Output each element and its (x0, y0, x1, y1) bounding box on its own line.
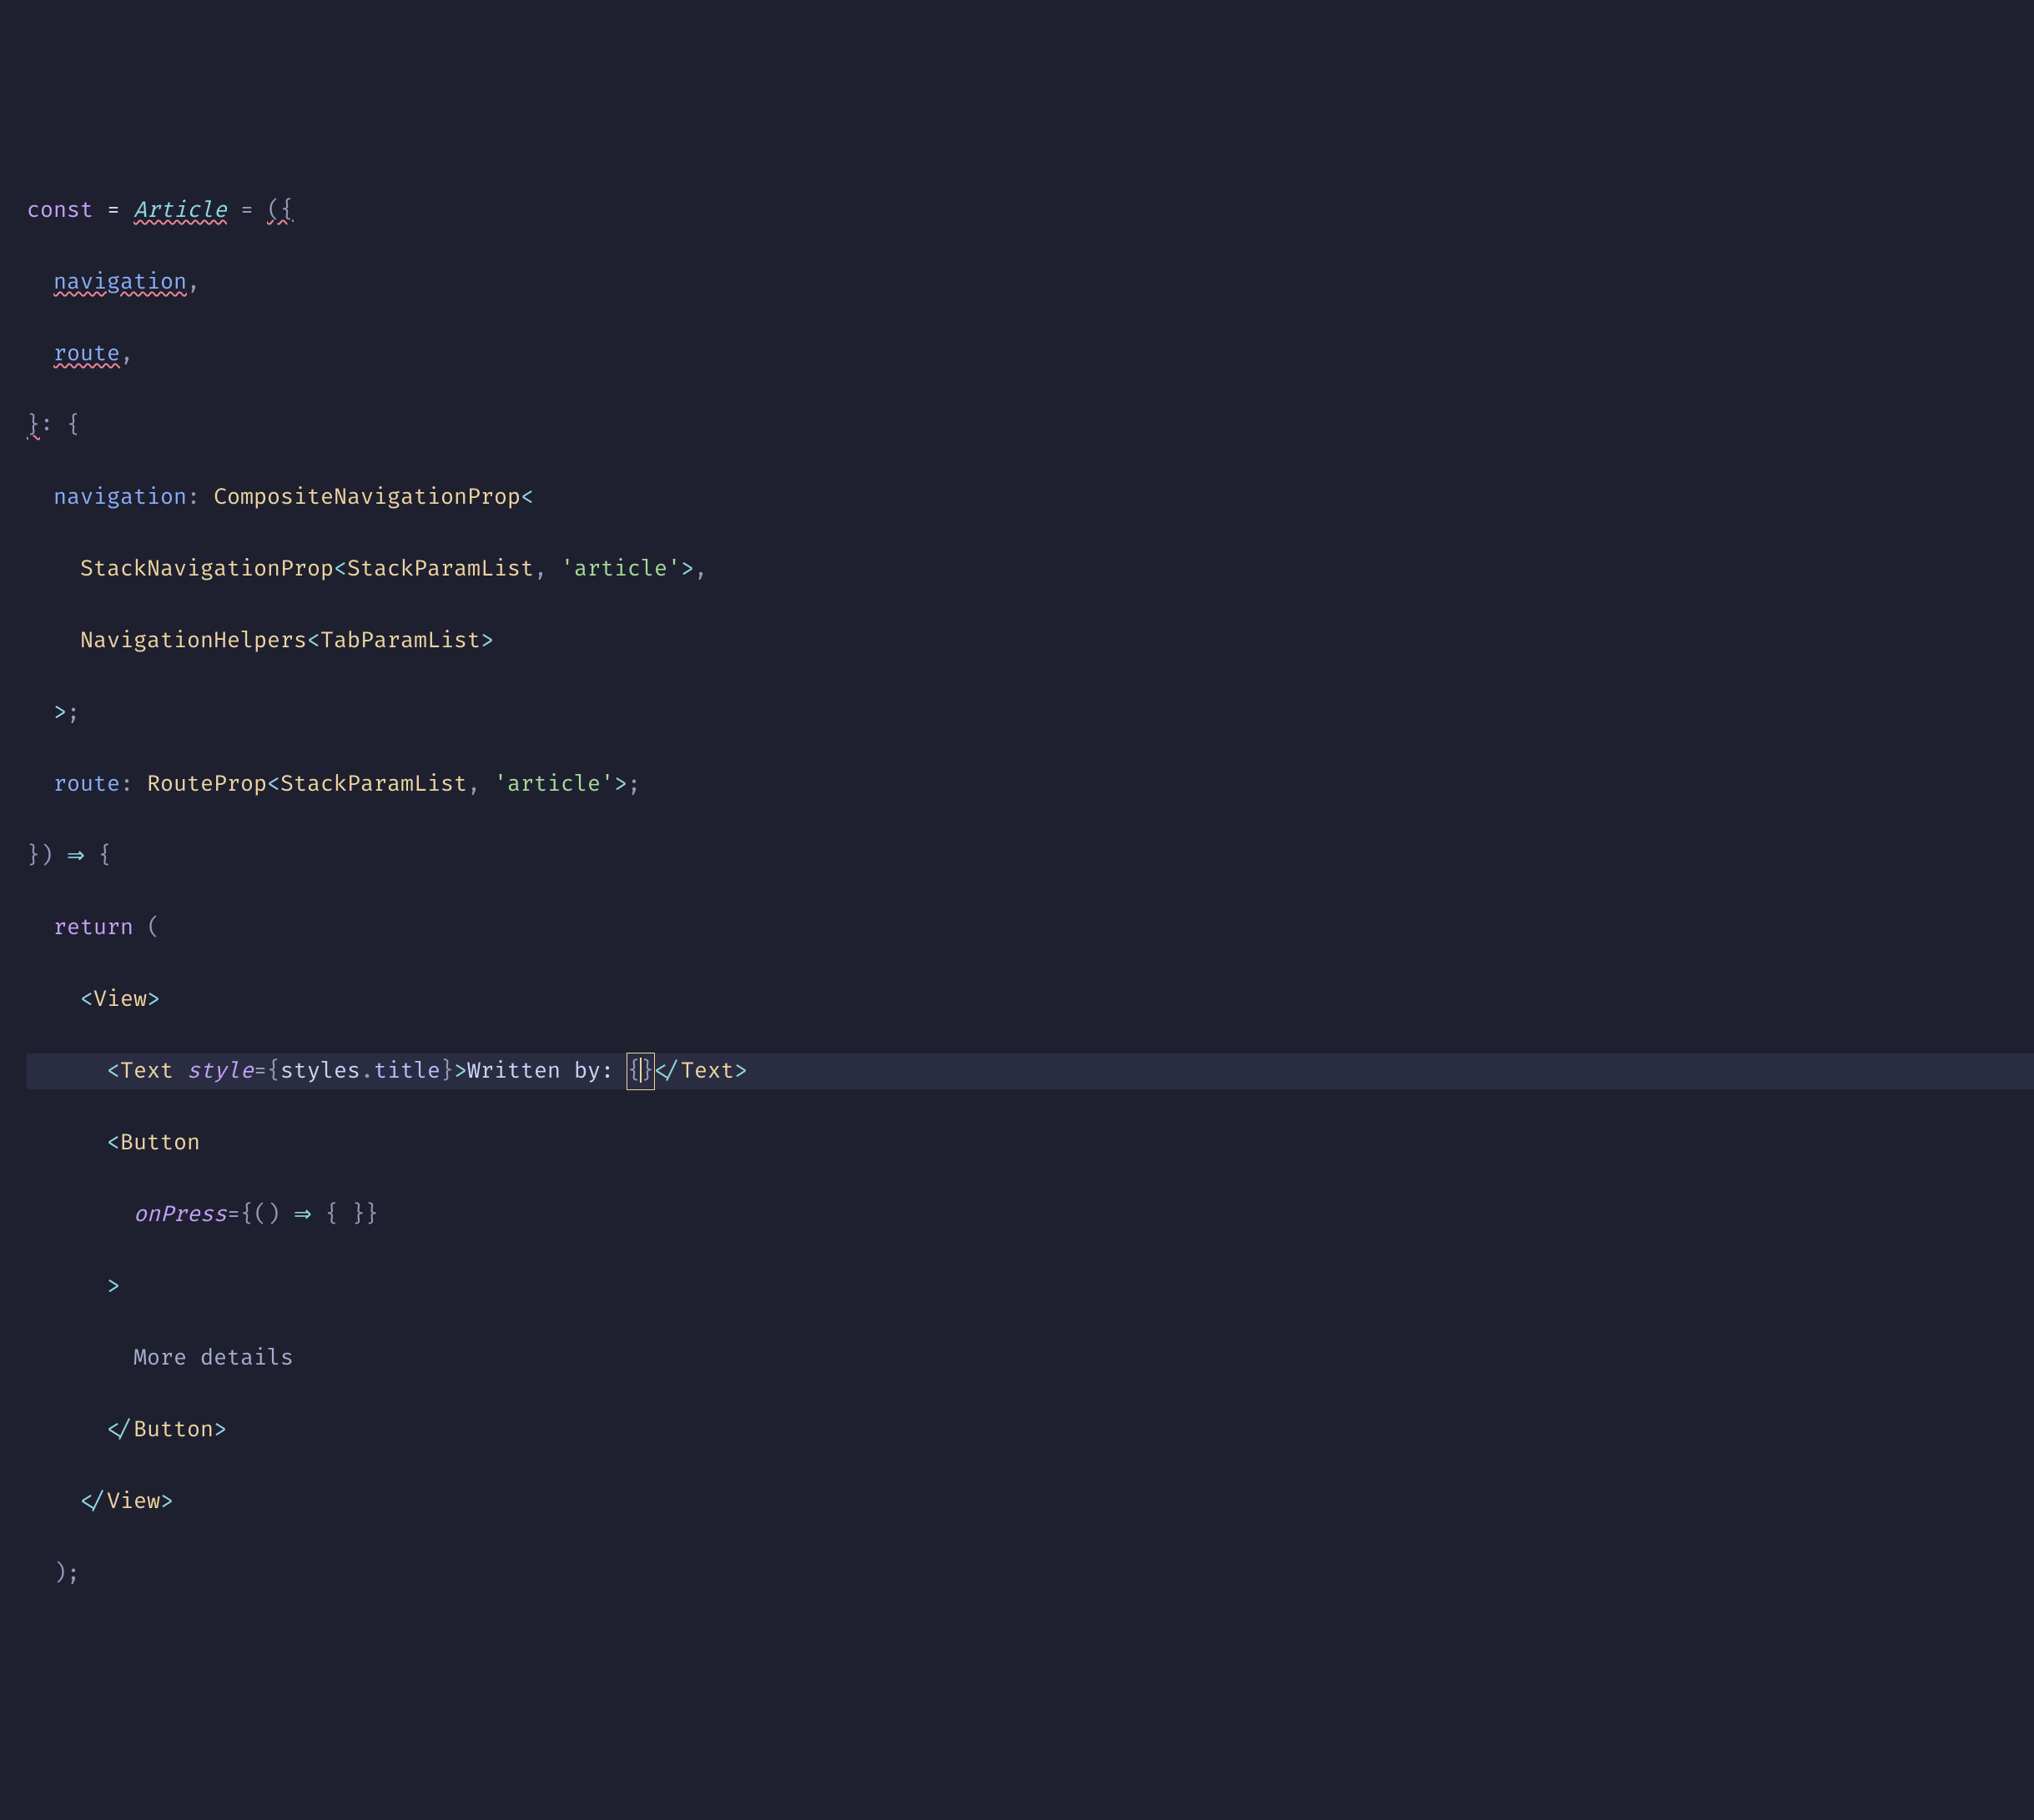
code-line: navigation: CompositeNavigationProp< (27, 480, 2034, 515)
type-nav-helpers: NavigationHelpers (80, 627, 307, 654)
code-line: <View> (27, 982, 2034, 1018)
type-composite-nav-prop: CompositeNavigationProp (214, 484, 521, 510)
code-line: return ( (27, 910, 2034, 946)
code-line: </Button> (27, 1412, 2034, 1448)
code-line: </View> (27, 1484, 2034, 1520)
jsx-attr-style: style (187, 1058, 254, 1084)
code-line-active: <Text style={styles.title}>Written by: {… (27, 1053, 2034, 1089)
code-line: route: RouteProp<StackParamList, 'articl… (27, 767, 2034, 802)
jsx-tag-button: Button (120, 1129, 200, 1156)
type-stack-nav-prop: StackNavigationProp (80, 556, 334, 582)
code-line: }) ⇒ { (27, 838, 2034, 874)
code-line: const = Article = ({ (27, 193, 2034, 229)
jsx-tag-view: View (93, 986, 147, 1013)
code-line: >; (27, 695, 2034, 731)
jsx-attr-onpress: onPress (133, 1201, 227, 1228)
keyword-return: return (53, 914, 133, 941)
code-line: More details (27, 1340, 2034, 1376)
keyword-const: const (27, 197, 93, 224)
param-route: route (53, 340, 120, 367)
jsx-tag-text: Text (120, 1058, 174, 1084)
code-line: NavigationHelpers<TabParamList> (27, 623, 2034, 659)
code-line: }: { (27, 408, 2034, 444)
type-route-prop: RouteProp (147, 771, 267, 797)
code-line: StackNavigationProp<StackParamList, 'art… (27, 551, 2034, 587)
arrow-function: ⇒ (53, 842, 98, 869)
jsx-text-content: More details (133, 1345, 294, 1371)
code-line: onPress={() ⇒ { }} (27, 1197, 2034, 1233)
code-line: ); (27, 1556, 2034, 1591)
component-name: Article (133, 197, 227, 224)
cursor-bracket-match: {} (627, 1053, 654, 1089)
param-navigation: navigation (53, 269, 187, 295)
code-editor[interactable]: const = Article = ({ navigation, route, … (27, 157, 2034, 1627)
code-line: > (27, 1269, 2034, 1305)
text-cursor (640, 1058, 642, 1083)
code-line: route, (27, 336, 2034, 372)
code-line: <Button (27, 1125, 2034, 1161)
code-line: navigation, (27, 264, 2034, 300)
